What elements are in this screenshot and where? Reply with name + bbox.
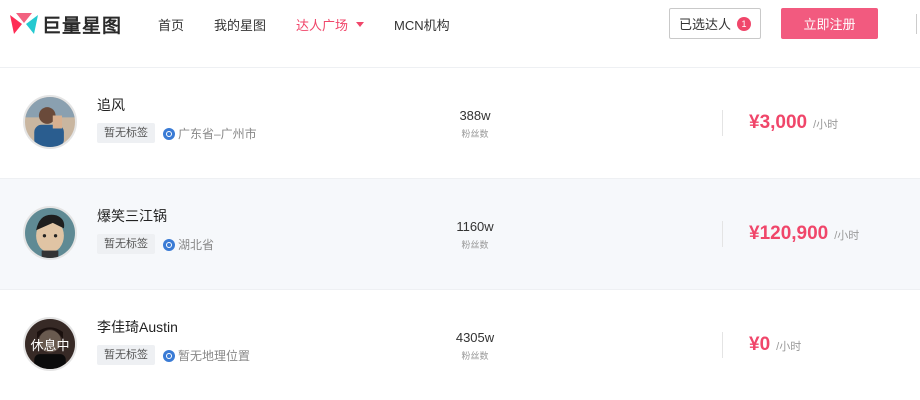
male-icon: [163, 127, 175, 140]
avatar[interactable]: [23, 95, 77, 149]
avatar-image: [25, 97, 75, 147]
main-nav: 首页 我的星图 达人广场 MCN机构: [158, 0, 480, 48]
creator-list: 追风 暂无标签 广东省–广州市 388w 粉丝数 ¥3,000 /小时 爆笑三江…: [0, 67, 920, 400]
male-icon: [163, 349, 175, 362]
price: ¥120,900 /小时: [749, 223, 859, 245]
avatar-image: [25, 208, 75, 258]
creator-location: 暂无地理位置: [163, 347, 250, 364]
price-unit: /小时: [813, 119, 839, 131]
fans-label: 粉丝数: [461, 129, 489, 139]
fans-count: 388w: [459, 108, 491, 123]
nav-my-stars-label: 我的星图: [214, 17, 267, 33]
location-text: 广东省–广州市: [178, 127, 257, 141]
price: ¥3,000 /小时: [749, 112, 838, 134]
column-divider: [722, 221, 723, 247]
price-unit: /小时: [776, 341, 802, 353]
column-divider: [722, 110, 723, 136]
creator-name[interactable]: 追风: [97, 95, 125, 115]
creator-row[interactable]: 追风 暂无标签 广东省–广州市 388w 粉丝数 ¥3,000 /小时: [0, 67, 920, 178]
price-value: ¥120,900: [749, 223, 829, 244]
fans-count: 4305w: [455, 330, 495, 345]
nav-creator-square-label: 达人广场: [296, 17, 349, 33]
creator-row[interactable]: 爆笑三江锅 暂无标签 湖北省 1160w 粉丝数 ¥120,900 /小时: [0, 178, 920, 289]
fans-stat: 388w 粉丝数: [445, 108, 505, 140]
nav-home-label: 首页: [158, 17, 185, 33]
avatar[interactable]: [23, 206, 77, 260]
fans-stat: 1160w 粉丝数: [445, 219, 505, 251]
creator-name[interactable]: 李佳琦Austin: [97, 317, 178, 337]
location-text: 湖北省: [178, 238, 215, 252]
nav-mcn-label: MCN机构: [394, 17, 450, 33]
selected-creators-button[interactable]: 已选达人 1: [669, 8, 761, 39]
creator-tag: 暂无标签: [97, 123, 155, 143]
fans-count: 1160w: [456, 219, 494, 234]
logo-text: 巨量星图: [42, 15, 123, 37]
male-icon: [163, 238, 175, 251]
creator-location: 湖北省: [163, 236, 214, 253]
nav-mcn[interactable]: MCN机构: [394, 15, 450, 34]
location-text: 暂无地理位置: [178, 349, 251, 363]
price: ¥0 /小时: [749, 334, 801, 356]
price-value: ¥3,000: [749, 112, 808, 133]
creator-location: 广东省–广州市: [163, 125, 257, 142]
column-divider: [722, 332, 723, 358]
selected-count-badge: 1: [737, 16, 751, 31]
creator-row[interactable]: 休息中 李佳琦Austin 暂无标签 暂无地理位置 4305w 粉丝数 ¥0 /…: [0, 289, 920, 400]
creator-name[interactable]: 爆笑三江锅: [97, 206, 167, 226]
header-divider: [916, 14, 917, 34]
nav-creator-square[interactable]: 达人广场: [296, 15, 365, 34]
caret-down-icon: [356, 21, 365, 27]
creator-tag: 暂无标签: [97, 345, 155, 365]
price-value: ¥0: [749, 334, 771, 355]
creator-tag: 暂无标签: [97, 234, 155, 254]
avatar[interactable]: 休息中: [23, 317, 77, 371]
register-button[interactable]: 立即注册: [781, 8, 878, 39]
resting-overlay: 休息中: [25, 319, 75, 369]
nav-home[interactable]: 首页: [158, 15, 184, 34]
logo-icon: [10, 13, 38, 35]
fans-stat: 4305w 粉丝数: [445, 330, 505, 362]
logo[interactable]: 巨量星图: [10, 12, 123, 37]
top-header: 巨量星图 首页 我的星图 达人广场 MCN机构 已选达人 1 立即注册: [0, 0, 920, 48]
fans-label: 粉丝数: [461, 240, 489, 250]
price-unit: /小时: [834, 230, 860, 242]
fans-label: 粉丝数: [461, 351, 489, 361]
nav-my-stars[interactable]: 我的星图: [214, 15, 266, 34]
selected-creators-label: 已选达人: [678, 17, 731, 32]
